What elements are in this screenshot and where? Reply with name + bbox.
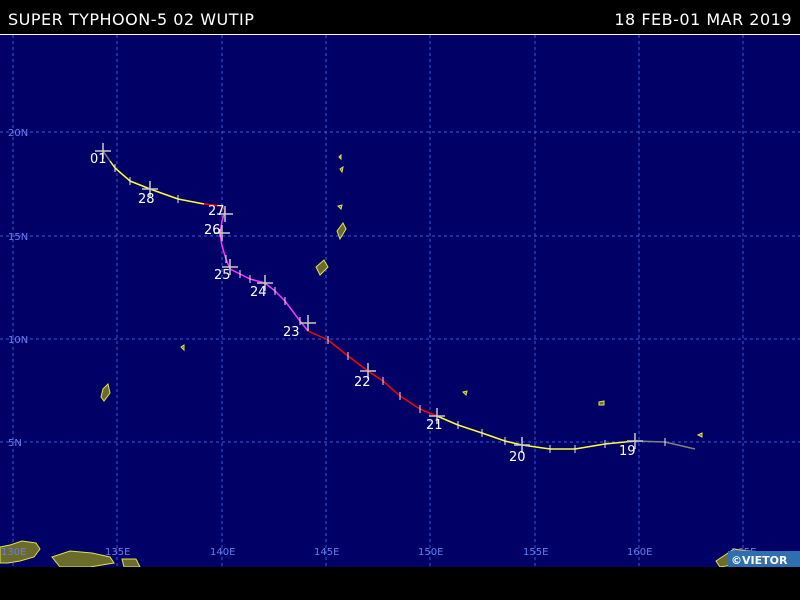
day-markers <box>95 143 643 453</box>
footer-bar <box>0 567 800 600</box>
lon-label-140e: 140E <box>210 547 235 558</box>
island-marianas-n2 <box>339 165 344 174</box>
day-label-28: 28 <box>138 192 155 207</box>
lon-label-130e: 130E <box>1 547 26 558</box>
day-label-19: 19 <box>619 444 636 459</box>
date-range: 18 FEB-01 MAR 2019 <box>614 10 792 29</box>
lat-label-10n: 10N <box>8 335 28 346</box>
lon-label-145e: 145E <box>314 547 339 558</box>
lon-label-160e: 160E <box>627 547 652 558</box>
storm-track <box>102 150 696 450</box>
atoll-pohnpei <box>598 400 605 406</box>
lat-label-5n: 5N <box>8 438 22 449</box>
lat-label-20n: 20N <box>8 128 28 139</box>
day-label-20: 20 <box>509 450 526 465</box>
header-bar: SUPER TYPHOON-5 02 WUTIP 18 FEB-01 MAR 2… <box>0 0 800 34</box>
island-saipan <box>336 222 347 241</box>
island-guam <box>315 259 329 276</box>
atoll-kosrae <box>696 432 703 438</box>
lon-label-150e: 150E <box>418 547 443 558</box>
track-storm-27-01 <box>109 160 205 205</box>
track-tick-marks <box>114 164 666 453</box>
land-masses <box>0 153 751 568</box>
day-label-26: 26 <box>204 223 221 238</box>
track-super-typhoon <box>219 210 309 332</box>
day-label-22: 22 <box>354 375 371 390</box>
atoll-yap <box>180 344 185 352</box>
day-label-23: 23 <box>283 325 300 340</box>
track-map: 20N 15N 10N 5N 19 20 21 22 23 24 25 26 2… <box>0 34 800 569</box>
track-typhoon-21-23 <box>307 330 438 417</box>
island-marianas-n <box>338 153 342 161</box>
island-small-sw <box>121 558 141 568</box>
island-marianas-n3 <box>337 204 343 210</box>
day-labels: 19 20 21 22 23 24 25 26 27 28 01 <box>90 152 636 465</box>
lat-lon-grid <box>0 35 800 568</box>
day-label-24: 24 <box>250 285 267 300</box>
lon-labels: 130E 135E 140E 145E 150E 155E 160E 165E <box>1 547 756 558</box>
lon-label-135e: 135E <box>105 547 130 558</box>
day-label-25: 25 <box>214 268 231 283</box>
marker-23 <box>300 315 316 331</box>
storm-title: SUPER TYPHOON-5 02 WUTIP <box>8 10 255 29</box>
day-label-01: 01 <box>90 152 107 167</box>
day-label-21: 21 <box>426 418 443 433</box>
lat-label-15n: 15N <box>8 232 28 243</box>
credit-text: ©VIETOR <box>731 554 788 567</box>
atoll-chuuk <box>462 390 468 396</box>
map-svg: 20N 15N 10N 5N 19 20 21 22 23 24 25 26 2… <box>0 35 800 568</box>
island-palau <box>100 383 111 402</box>
lon-label-155e: 155E <box>523 547 548 558</box>
day-label-27: 27 <box>208 204 225 219</box>
